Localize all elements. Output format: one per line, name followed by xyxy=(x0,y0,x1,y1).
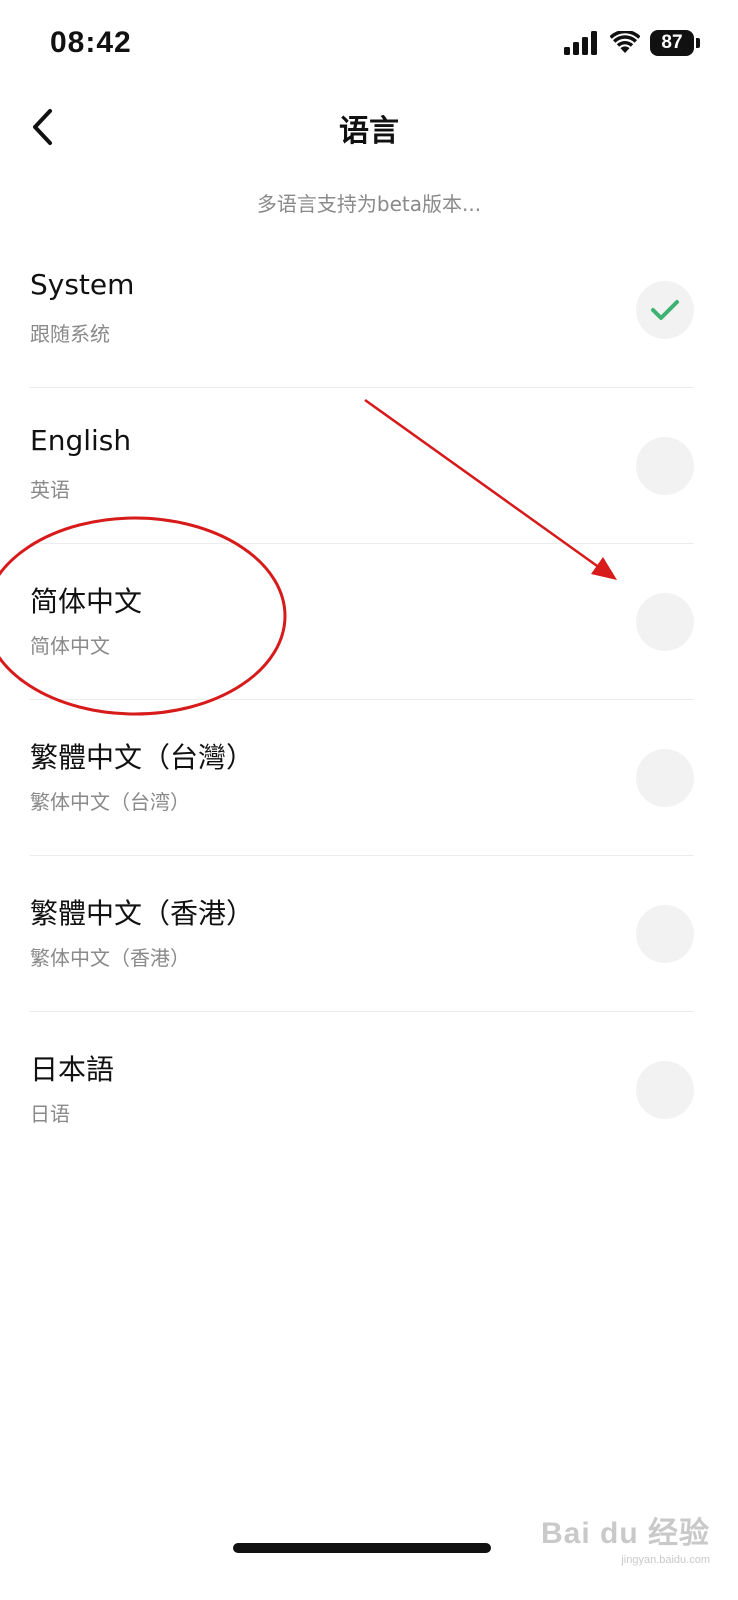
status-time: 08:42 xyxy=(50,26,132,59)
radio-button[interactable] xyxy=(636,436,694,495)
radio-button[interactable] xyxy=(636,748,694,807)
watermark-url: jingyan.baidu.com xyxy=(621,1554,710,1566)
language-option-simplified-chinese[interactable]: 简体中文 简体中文 xyxy=(30,544,694,700)
language-subtitle: 繁体中文（台湾） xyxy=(30,790,190,814)
language-name: English xyxy=(30,424,132,457)
language-option-traditional-chinese-hongkong[interactable]: 繁體中文（香港） 繁体中文（香港） xyxy=(30,856,694,1012)
language-option-system[interactable]: System 跟随系统 xyxy=(30,232,694,388)
language-subtitle: 简体中文 xyxy=(30,634,110,658)
language-option-traditional-chinese-taiwan[interactable]: 繁體中文（台灣） 繁体中文（台湾） xyxy=(30,700,694,856)
radio-button[interactable] xyxy=(636,1060,694,1119)
battery-indicator: 87 xyxy=(650,30,694,56)
status-bar: 08:42 87 xyxy=(0,0,738,90)
cellular-signal-icon xyxy=(564,31,597,55)
status-icons: 87 xyxy=(564,30,700,56)
language-subtitle: 跟随系统 xyxy=(30,322,110,346)
language-name: System xyxy=(30,268,135,301)
selected-radio[interactable] xyxy=(636,280,694,339)
language-name: 繁體中文（台灣） xyxy=(30,741,255,774)
language-name: 日本語 xyxy=(30,1053,115,1086)
language-subtitle: 繁体中文（香港） xyxy=(30,946,190,970)
beta-note: 多语言支持为beta版本... xyxy=(256,192,482,216)
wifi-icon xyxy=(610,31,640,53)
battery-cap xyxy=(696,38,700,48)
page-title: 语言 xyxy=(339,114,399,149)
radio-button[interactable] xyxy=(636,592,694,651)
language-option-english[interactable]: English 英语 xyxy=(30,388,694,544)
language-subtitle: 日语 xyxy=(30,1102,70,1126)
radio-button[interactable] xyxy=(636,904,694,963)
language-name: 繁體中文（香港） xyxy=(30,897,255,930)
nav-bar: 语言 xyxy=(0,92,738,162)
language-option-japanese[interactable]: 日本語 日语 xyxy=(30,1012,694,1167)
language-list: System 跟随系统 English 英语 简体中文 简体中文 繁體中文（台灣… xyxy=(30,232,694,1167)
watermark: Bai du 经验 jingyan.baidu.com xyxy=(541,1508,710,1566)
language-subtitle: 英语 xyxy=(30,478,70,502)
language-name: 简体中文 xyxy=(30,585,143,618)
checkmark-icon xyxy=(651,299,679,320)
watermark-logo: Bai du 经验 xyxy=(540,1517,710,1550)
home-indicator[interactable] xyxy=(233,1543,491,1553)
